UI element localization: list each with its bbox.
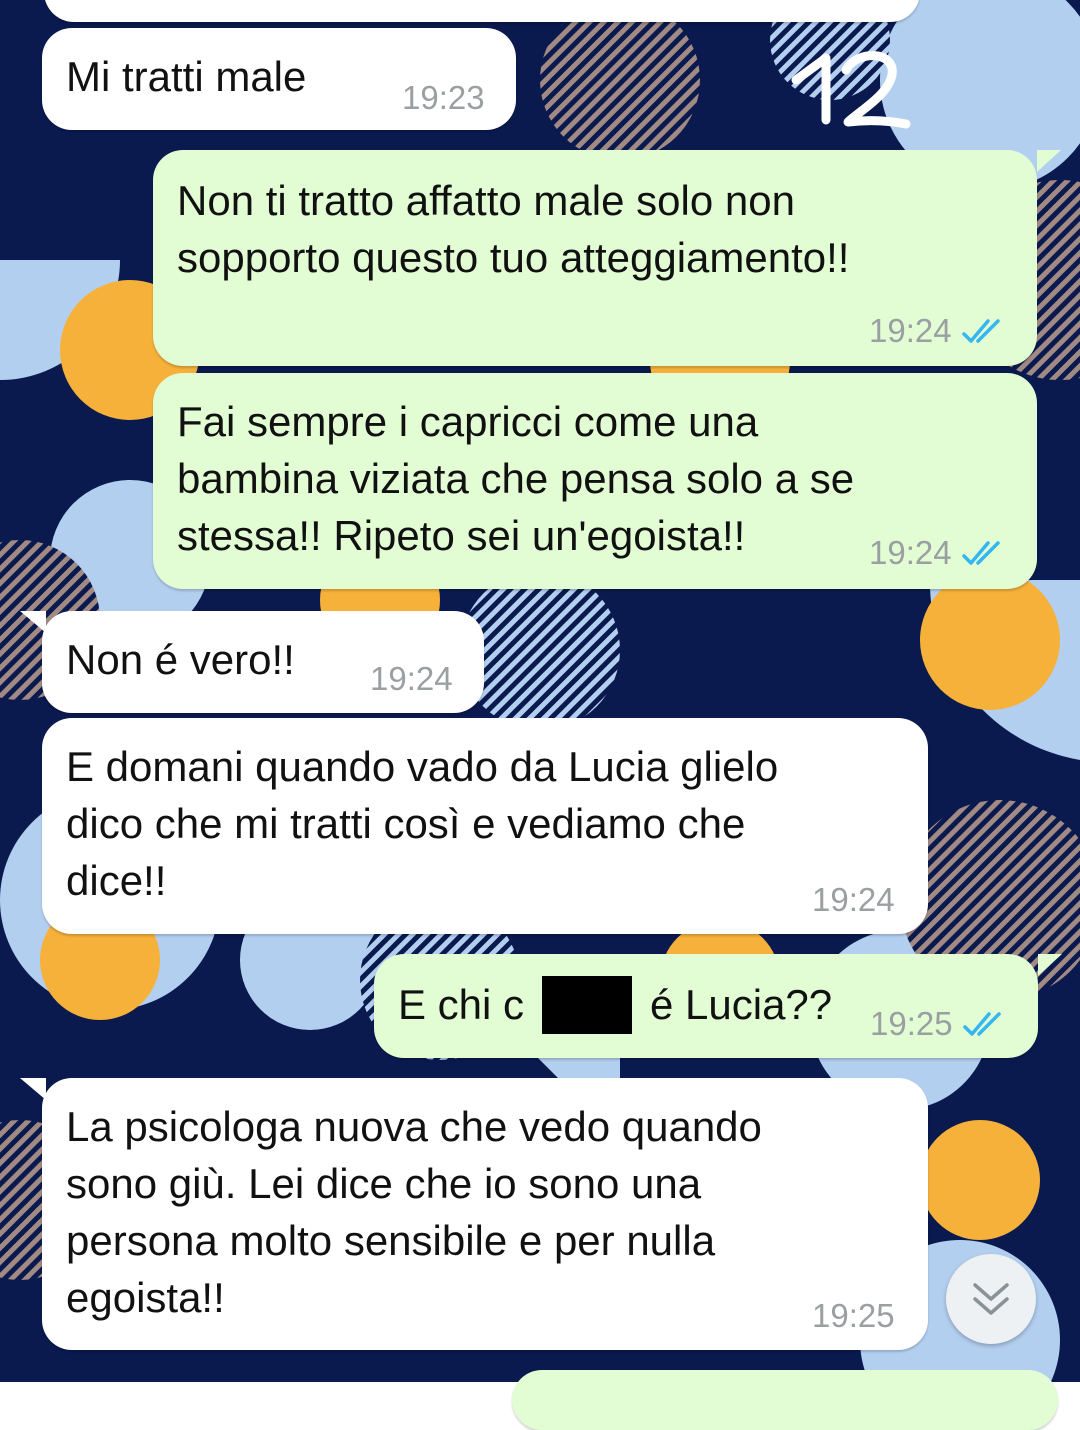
message-text-line: bambina viziata che pensa solo a se — [177, 455, 855, 502]
double-check-icon — [962, 1012, 1001, 1036]
message-text-line: Non ti tratto affatto male solo non — [177, 177, 795, 224]
message-bubble-outgoing[interactable]: Fai sempre i capricci come una bambina v… — [153, 373, 1037, 589]
message-bubble-incoming[interactable]: Mi tratti male 19:23 — [42, 28, 516, 130]
message-timestamp: 19:24 — [869, 534, 952, 571]
message-text-line: egoista!! — [66, 1274, 225, 1321]
message-bubble-outgoing[interactable]: Non ti tratto affatto male solo non sopp… — [153, 150, 1037, 366]
message-text: Mi tratti male — [66, 53, 307, 100]
message-text-after: é Lucia?? — [650, 981, 833, 1028]
message-text-line: sono giù. Lei dice che io sono una — [66, 1160, 702, 1207]
handwritten-annotation: 12 — [791, 51, 911, 129]
message-timestamp: 19:24 — [370, 660, 453, 697]
message-text-line: La psicologa nuova che vedo quando — [66, 1103, 762, 1150]
message-timestamp: 19:23 — [402, 79, 485, 116]
double-check-icon — [961, 319, 1000, 343]
message-meta: 19:24 — [869, 533, 1006, 573]
message-text: Non é vero!! — [66, 636, 295, 683]
bubble-tail — [20, 1078, 46, 1100]
message-bubble-incoming[interactable]: Non é vero!! 19:24 — [42, 611, 484, 713]
message-text-line: stessa!! Ripeto sei un'egoista!! — [177, 512, 746, 559]
message-text-line: Fai sempre i capricci come una — [177, 398, 759, 445]
scroll-to-bottom-button[interactable] — [946, 1254, 1036, 1344]
message-bubble-incoming[interactable]: La psicologa nuova che vedo quando sono … — [42, 1078, 928, 1350]
message-timestamp: 19:25 — [812, 1297, 895, 1334]
censor-bar — [542, 976, 632, 1034]
message-text-line: dico che mi tratti così e vediamo che — [66, 800, 746, 847]
bubble-tail — [1037, 150, 1061, 172]
bubble-tail — [1038, 954, 1062, 976]
bubble-tail — [20, 611, 46, 633]
message-timestamp: 19:24 — [812, 881, 895, 918]
chevron-double-down-icon — [973, 1283, 1009, 1315]
message-meta: 19:25 — [870, 1004, 1007, 1044]
message-timestamp: 19:24 — [869, 312, 952, 349]
message-text-line: dice!! — [66, 857, 167, 904]
message-bubble-partial[interactable] — [44, 0, 920, 22]
message-bubble-outgoing[interactable]: E chi c é Lucia?? 19:25 — [374, 954, 1038, 1058]
message-text-line: E domani quando vado da Lucia glielo — [66, 743, 779, 790]
message-text-before: E chi c — [398, 981, 525, 1028]
message-bubble-partial[interactable] — [512, 1370, 1058, 1430]
message-bubble-incoming[interactable]: E domani quando vado da Lucia glielo dic… — [42, 718, 928, 934]
message-text-line: sopporto questo tuo atteggiamento!! — [177, 234, 850, 281]
double-check-icon — [961, 541, 1000, 565]
message-meta: 19:24 — [869, 311, 1006, 351]
message-text-line: persona molto sensibile e per nulla — [66, 1217, 716, 1264]
message-timestamp: 19:25 — [870, 1005, 953, 1042]
